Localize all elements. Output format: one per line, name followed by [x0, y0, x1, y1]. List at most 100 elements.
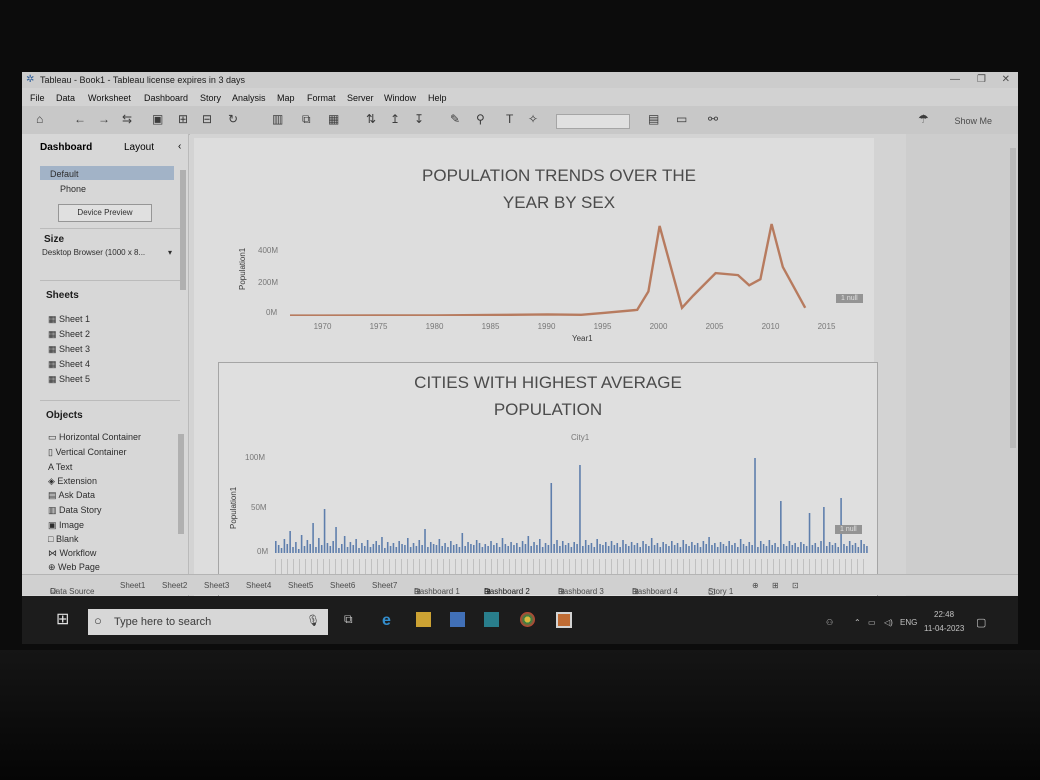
menu-file[interactable]: File: [30, 93, 45, 103]
save-icon[interactable]: ▣: [152, 112, 163, 126]
battery-icon[interactable]: ▭: [868, 618, 876, 627]
menu-help[interactable]: Help: [428, 93, 447, 103]
chart1-x-tick: 2015: [817, 322, 836, 331]
new-worksheet-tab-icon[interactable]: ⊕: [752, 581, 759, 590]
pin-icon[interactable]: ✧: [528, 112, 538, 126]
close-icon[interactable]: ✕: [1002, 74, 1010, 85]
volume-icon[interactable]: ◁): [884, 618, 893, 627]
mail-icon[interactable]: [484, 612, 499, 627]
chart2-bar: [696, 543, 699, 553]
language-indicator[interactable]: ENG: [900, 618, 917, 627]
cards-icon[interactable]: ▤: [648, 112, 659, 126]
new-story-tab-icon[interactable]: ⊡: [792, 581, 799, 590]
object-vertical-container[interactable]: ▯ Vertical Container: [48, 447, 127, 458]
sheet-list-item[interactable]: ▦ Sheet 5: [48, 374, 90, 385]
store-icon[interactable]: [450, 612, 465, 627]
sheet-list-item[interactable]: ▦ Sheet 1: [48, 314, 90, 325]
menu-window[interactable]: Window: [384, 93, 416, 103]
new-data-source-icon[interactable]: ⊞: [178, 112, 188, 126]
tab-sheet4[interactable]: Sheet4: [246, 581, 271, 590]
object-ask-data[interactable]: ▤ Ask Data: [48, 490, 95, 501]
sort-asc-icon[interactable]: ↥: [390, 112, 400, 126]
tab-layout[interactable]: Layout: [124, 142, 154, 153]
device-preview-button[interactable]: Device Preview: [58, 204, 152, 222]
chart1-y-tick: 200M: [258, 278, 279, 287]
tab-sheet2[interactable]: Sheet2: [162, 581, 187, 590]
windows-start-icon[interactable]: ⊞: [56, 609, 69, 629]
new-dashboard-tab-icon[interactable]: ⊞: [772, 581, 779, 590]
sheet-list-item[interactable]: ▦ Sheet 2: [48, 329, 90, 340]
chart-icon[interactable]: ▥: [272, 112, 283, 126]
undo-history-icon[interactable]: ⇆: [122, 112, 132, 126]
home-icon[interactable]: ⌂: [36, 112, 43, 126]
canvas-scrollbar[interactable]: [1010, 148, 1016, 448]
collapse-panel-icon[interactable]: ‹: [178, 141, 181, 152]
device-default[interactable]: Default: [50, 169, 79, 179]
object-text[interactable]: A Text: [48, 462, 72, 472]
menu-analysis[interactable]: Analysis: [232, 93, 266, 103]
menu-format[interactable]: Format: [307, 93, 336, 103]
menu-story[interactable]: Story: [200, 93, 221, 103]
back-icon[interactable]: ←: [74, 112, 86, 126]
sheet-list-item[interactable]: ▦ Sheet 3: [48, 344, 90, 355]
tableau-taskbar-icon[interactable]: [556, 612, 572, 628]
object-horizontal-container[interactable]: ▭ Horizontal Container: [48, 432, 141, 443]
minimize-icon[interactable]: —: [950, 74, 960, 85]
object-data-story[interactable]: ▥ Data Story: [48, 505, 102, 516]
chart2-bar: [326, 543, 329, 553]
clock-date[interactable]: 11-04-2023: [924, 624, 964, 633]
share-icon[interactable]: ⚯: [708, 112, 718, 126]
sheet-list-item[interactable]: ▦ Sheet 4: [48, 359, 90, 370]
new-worksheet-icon[interactable]: ⊟: [202, 112, 212, 126]
refresh-icon[interactable]: ↻: [228, 112, 238, 126]
menu-worksheet[interactable]: Worksheet: [88, 93, 131, 103]
label-icon[interactable]: T: [506, 112, 513, 126]
group-icon[interactable]: ⚲: [476, 112, 485, 126]
presentation-icon[interactable]: ▭: [676, 112, 687, 126]
microphone-icon[interactable]: 🎙: [306, 614, 320, 627]
edge-browser-icon[interactable]: e: [382, 612, 397, 629]
highlight-icon[interactable]: ✎: [450, 112, 460, 126]
sheets-scrollbar[interactable]: [180, 170, 186, 290]
tab-sheet3[interactable]: Sheet3: [204, 581, 229, 590]
taskbar-search-box[interactable]: ○ Type here to search 🎙: [88, 609, 328, 635]
object-blank[interactable]: □ Blank: [48, 534, 78, 544]
object-web-page[interactable]: ⊕ Web Page: [48, 562, 100, 573]
object-image[interactable]: ▣ Image: [48, 520, 84, 531]
menu-dashboard[interactable]: Dashboard: [144, 93, 188, 103]
objects-scrollbar[interactable]: [178, 434, 184, 534]
tab-sheet6[interactable]: Sheet6: [330, 581, 355, 590]
menu-server[interactable]: Server: [347, 93, 374, 103]
tab-sheet7[interactable]: Sheet7: [372, 581, 397, 590]
clear-sheet-icon[interactable]: ▦: [328, 112, 339, 126]
swap-icon[interactable]: ⇅: [366, 112, 376, 126]
show-me-button[interactable]: Show Me: [954, 116, 992, 126]
chart2-bar: [782, 544, 785, 553]
menu-map[interactable]: Map: [277, 93, 295, 103]
chart1-x-tick: 1975: [369, 322, 388, 331]
chrome-icon[interactable]: [520, 612, 535, 627]
size-dropdown[interactable]: Desktop Browser (1000 x 8... ▾: [42, 248, 178, 257]
tab-sheet5[interactable]: Sheet5: [288, 581, 313, 590]
tray-chevron-icon[interactable]: ⌃: [854, 618, 861, 627]
sort-desc-icon[interactable]: ↧: [414, 112, 424, 126]
object-workflow[interactable]: ⋈ Workflow: [48, 548, 96, 559]
tab-dashboard[interactable]: Dashboard: [40, 142, 92, 153]
restore-icon[interactable]: ❐: [977, 74, 986, 85]
comment-icon[interactable]: ☂: [918, 112, 929, 126]
file-explorer-icon[interactable]: [416, 612, 431, 627]
clock-time[interactable]: 22:48: [934, 610, 954, 619]
duplicate-icon[interactable]: ⧉: [302, 112, 311, 127]
task-view-icon[interactable]: ⧉: [344, 612, 359, 627]
fit-dropdown[interactable]: [556, 114, 630, 129]
people-icon[interactable]: ⚇: [826, 618, 833, 627]
tab-sheet1[interactable]: Sheet1: [120, 581, 145, 590]
chart2-null-badge[interactable]: 1 null: [835, 525, 862, 534]
chart1-null-badge[interactable]: 1 null: [836, 294, 863, 303]
object-extension[interactable]: ◈ Extension: [48, 476, 97, 487]
menu-data[interactable]: Data: [56, 93, 75, 103]
device-phone[interactable]: Phone: [60, 184, 86, 194]
chart2-bar: [860, 540, 862, 553]
forward-icon[interactable]: →: [98, 112, 110, 126]
notification-icon[interactable]: ▢: [976, 616, 986, 629]
